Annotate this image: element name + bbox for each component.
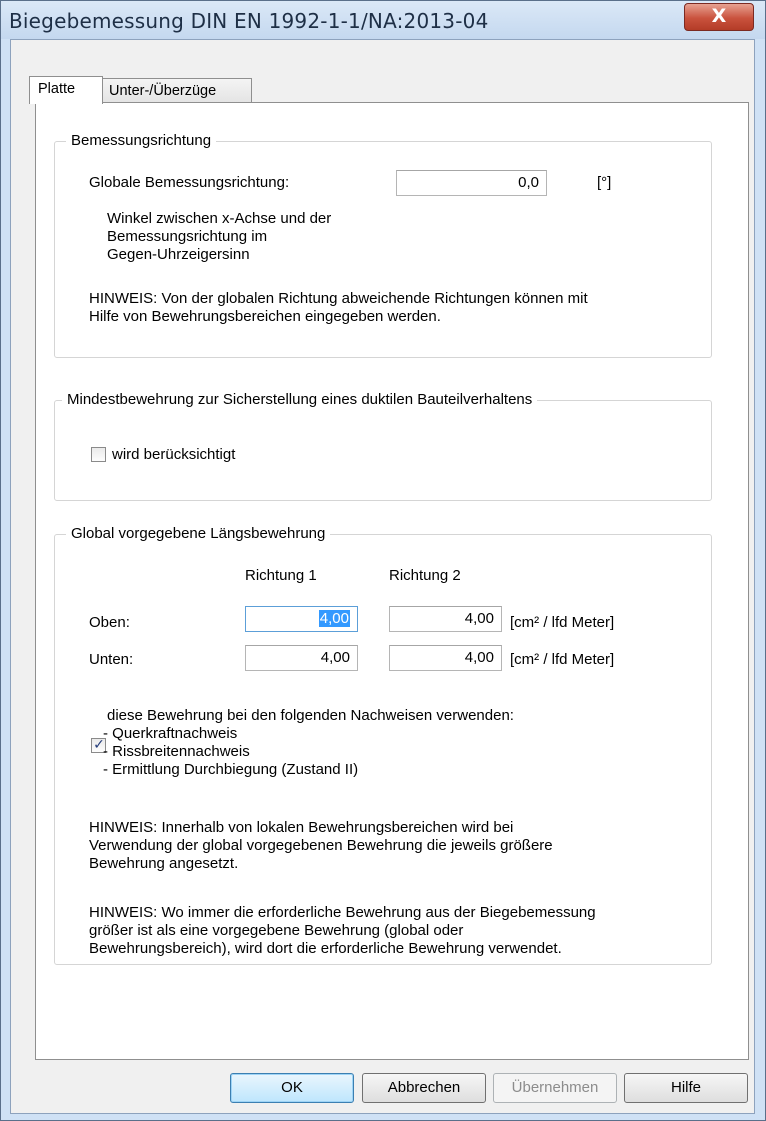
hint-line: HINWEIS: Innerhalb von lokalen Bewehrung… xyxy=(89,819,514,836)
mindestbewehrung-checkbox-label[interactable]: wird berücksichtigt xyxy=(112,446,235,463)
use-line: - Ermittlung Durchbiegung (Zustand II) xyxy=(103,761,359,778)
hint-local-areas: HINWEIS: Innerhalb von lokalen Bewehrung… xyxy=(89,819,553,873)
use-line: diese Bewehrung bei den folgenden Nachwe… xyxy=(107,707,514,724)
unten-richtung-1-value: 4,00 xyxy=(320,649,350,666)
use-line: - Rissbreitennachweis xyxy=(103,743,250,760)
cancel-button[interactable]: Abbrechen xyxy=(362,1073,486,1103)
group-title-laengsbewehrung: Global vorgegebene Längsbewehrung xyxy=(66,525,331,542)
use-reinforcement-label[interactable]: diese Bewehrung bei den folgenden Nachwe… xyxy=(103,707,514,779)
cancel-button-label: Abbrechen xyxy=(387,1079,461,1096)
hint-required-reinforcement: HINWEIS: Wo immer die erforderliche Bewe… xyxy=(89,904,596,958)
global-direction-input[interactable]: 0,0 xyxy=(396,170,547,196)
apply-button-label: Übernehmen xyxy=(511,1079,599,1096)
help-button-label: Hilfe xyxy=(670,1079,701,1096)
unten-unit-label: [cm² / lfd Meter] xyxy=(510,651,615,668)
hint-line: Bewehrungsbereich), wird dort die erford… xyxy=(89,940,562,957)
oben-richtung-1-input[interactable]: 4,00 xyxy=(245,606,358,632)
title-bar[interactable]: Biegebemessung DIN EN 1992-1-1/NA:2013-0… xyxy=(1,1,765,39)
window-title: Biegebemessung DIN EN 1992-1-1/NA:2013-0… xyxy=(9,9,489,33)
hint-line: HINWEIS: Wo immer die erforderliche Bewe… xyxy=(89,904,596,921)
hint-line: Hilfe von Bewehrungsbereichen eingegeben… xyxy=(89,308,441,325)
unten-richtung-2-value: 4,00 xyxy=(464,649,494,666)
oben-unit-label: [cm² / lfd Meter] xyxy=(510,614,615,631)
global-direction-label: Globale Bemessungsrichtung: xyxy=(89,174,290,191)
oben-richtung-2-input[interactable]: 4,00 xyxy=(389,606,502,632)
tab-platte[interactable]: Platte xyxy=(29,76,103,104)
column-header-richtung-1: Richtung 1 xyxy=(245,567,317,584)
oben-richtung-2-value: 4,00 xyxy=(464,610,494,627)
group-title-mindestbewehrung: Mindestbewehrung zur Sicherstellung eine… xyxy=(62,391,538,408)
global-direction-value: 0,0 xyxy=(518,174,539,191)
description-line: Winkel zwischen x-Achse und der xyxy=(107,210,332,227)
unten-richtung-2-input[interactable]: 4,00 xyxy=(389,645,502,671)
degree-unit-label: [°] xyxy=(597,174,612,191)
tab-unter-ueberzuege[interactable]: Unter-/Überzüge xyxy=(102,78,252,104)
mindestbewehrung-checkbox[interactable] xyxy=(91,447,106,462)
ok-button[interactable]: OK xyxy=(230,1073,354,1103)
tab-label: Platte xyxy=(38,81,76,97)
column-header-richtung-2: Richtung 2 xyxy=(389,567,461,584)
hint-line: Verwendung der global vorgegebenen Beweh… xyxy=(89,837,553,854)
hint-line: Bewehrung angesetzt. xyxy=(89,855,239,872)
close-icon: X xyxy=(711,5,727,27)
description-line: Bemessungsrichtung im xyxy=(107,228,268,245)
help-button[interactable]: Hilfe xyxy=(624,1073,748,1103)
close-button[interactable]: X xyxy=(684,3,754,31)
tab-label: Unter-/Überzüge xyxy=(109,83,217,99)
unten-richtung-1-input[interactable]: 4,00 xyxy=(245,645,358,671)
hint-line: HINWEIS: Von der globalen Richtung abwei… xyxy=(89,290,588,307)
ok-button-label: OK xyxy=(281,1079,303,1096)
description-line: Gegen-Uhrzeigersinn xyxy=(107,246,250,263)
direction-hint: HINWEIS: Von der globalen Richtung abwei… xyxy=(89,290,588,326)
oben-richtung-1-value: 4,00 xyxy=(318,610,350,627)
use-line: - Querkraftnachweis xyxy=(103,725,238,742)
direction-description: Winkel zwischen x-Achse und der Bemessun… xyxy=(107,210,331,264)
group-title-bemessungsrichtung: Bemessungsrichtung xyxy=(66,132,217,149)
hint-line: größer ist als eine vorgegebene Bewehrun… xyxy=(89,922,464,939)
oben-label: Oben: xyxy=(89,614,130,631)
apply-button[interactable]: Übernehmen xyxy=(493,1073,617,1103)
unten-label: Unten: xyxy=(89,651,134,668)
